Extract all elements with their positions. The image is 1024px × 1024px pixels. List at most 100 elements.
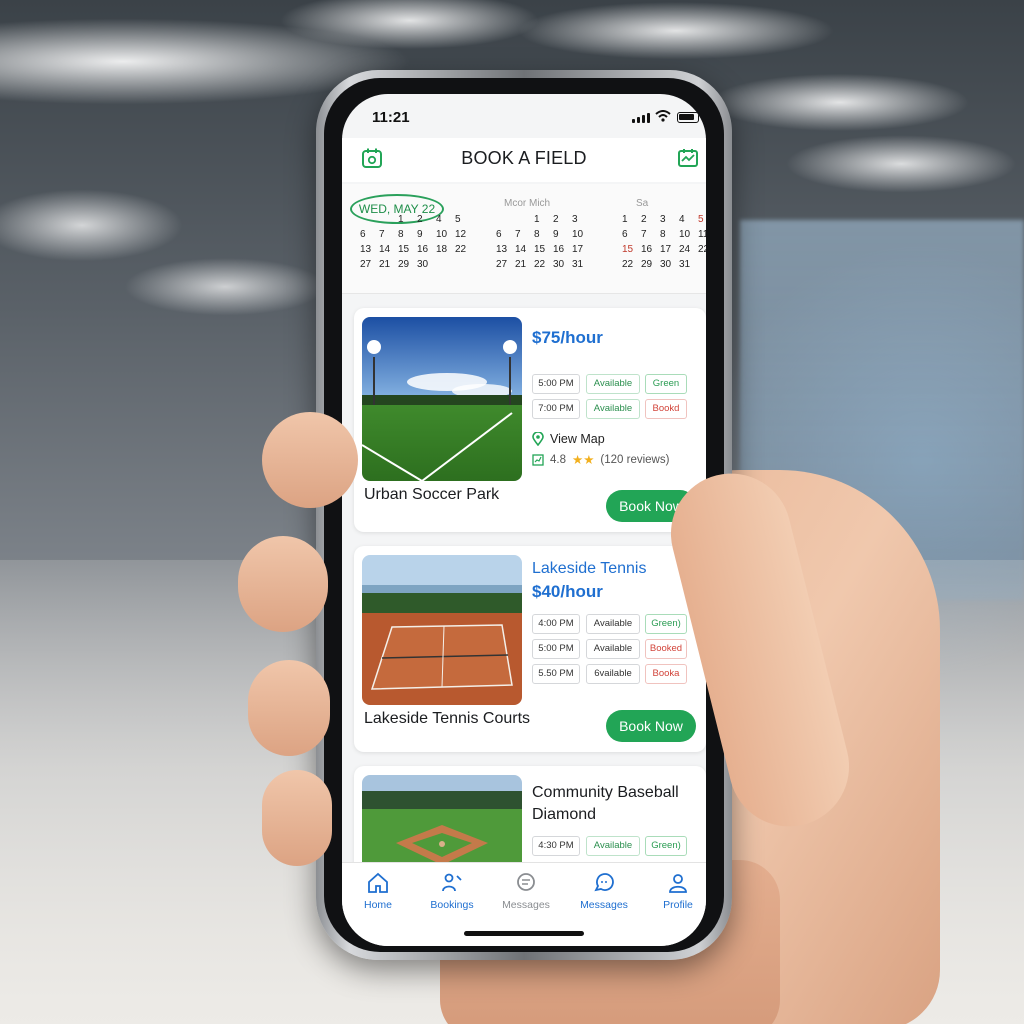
calendar-day[interactable]: 16 xyxy=(417,244,436,255)
slot-tag[interactable]: Green) xyxy=(645,836,687,856)
calendar-day[interactable]: 15 xyxy=(622,244,641,255)
slot-time[interactable]: 5:00 PM xyxy=(532,374,580,394)
calendar-day[interactable]: 8 xyxy=(660,229,679,240)
tab-profile[interactable]: Profile xyxy=(642,871,706,911)
calendar-day[interactable]: 9 xyxy=(417,229,436,240)
calendar-day[interactable]: 14 xyxy=(379,244,398,255)
calendar-day[interactable]: 17 xyxy=(660,244,679,255)
calendar-day[interactable]: 22 xyxy=(534,259,553,270)
calendar-day[interactable]: 29 xyxy=(398,259,417,270)
calendar-day[interactable]: 13 xyxy=(360,244,379,255)
app-header: BOOK A FIELD xyxy=(342,138,706,182)
calendar-strip: WED, MAY 22 Mcor Mich Sa 001245678910121… xyxy=(342,184,706,294)
month-label: Mcor Mich xyxy=(504,198,551,209)
calendar-day[interactable]: 18 xyxy=(436,244,455,255)
calendar-day[interactable]: 10 xyxy=(436,229,455,240)
month-label: Sa xyxy=(636,198,649,209)
calendar-day[interactable]: 15 xyxy=(398,244,417,255)
calendar-day[interactable]: 6 xyxy=(622,229,641,240)
calendar-day[interactable]: 13 xyxy=(496,244,515,255)
calendar-day[interactable]: 11 xyxy=(698,229,706,240)
schedule-icon[interactable] xyxy=(676,146,700,170)
calendar-day[interactable]: 2 xyxy=(553,214,572,225)
calendar-day[interactable]: 22 xyxy=(455,244,474,255)
tab-messages[interactable]: Messages xyxy=(490,871,562,911)
calendar-day[interactable]: 7 xyxy=(641,229,660,240)
slot-time[interactable]: 5:00 PM xyxy=(532,639,580,659)
chat-icon xyxy=(517,873,535,891)
slot-status[interactable]: Available xyxy=(586,639,640,659)
chart-icon xyxy=(532,453,544,466)
calendar-day[interactable]: 4 xyxy=(436,214,455,225)
calendar-day[interactable]: 17 xyxy=(572,244,591,255)
calendar-day[interactable]: 22 xyxy=(622,259,641,270)
slot-time[interactable]: 4:30 PM xyxy=(532,836,580,856)
slot-status[interactable]: Available xyxy=(586,836,640,856)
phone-bezel: 11:21 BOOK A FIELD WED, MAY 22 Mcor Mich… xyxy=(324,78,724,952)
calendar-day[interactable]: 3 xyxy=(572,214,591,225)
slot-tag[interactable]: Green xyxy=(645,374,687,394)
calendar-day[interactable]: 29 xyxy=(641,259,660,270)
calendar-day[interactable]: 7 xyxy=(379,229,398,240)
calendar-day[interactable]: 8 xyxy=(534,229,553,240)
slot-tag[interactable]: Booked xyxy=(645,639,687,659)
slot-time[interactable]: 7:00 PM xyxy=(532,399,580,419)
calendar-month: 00123067891001314151617027212230310 xyxy=(496,214,610,270)
slot-time[interactable]: 4:00 PM xyxy=(532,614,580,634)
book-now-button[interactable]: Book Now xyxy=(606,710,696,742)
calendar-day[interactable]: 3 xyxy=(660,214,679,225)
calendar-day[interactable]: 24 xyxy=(679,244,698,255)
view-map-link[interactable]: View Map xyxy=(532,432,605,446)
calendar-day[interactable]: 2 xyxy=(641,214,660,225)
calendar-day[interactable]: 30 xyxy=(417,259,436,270)
slot-status[interactable]: Available xyxy=(586,614,640,634)
calendar-day[interactable]: 21 xyxy=(379,259,398,270)
rating-row: 4.8 ★★ (120 reviews) xyxy=(532,452,669,467)
tab-label: Messages xyxy=(580,899,628,911)
calendar-day[interactable]: 7 xyxy=(515,229,534,240)
calendar-day[interactable]: 15 xyxy=(534,244,553,255)
tab-bookings[interactable]: Bookings xyxy=(416,871,488,911)
message-icon xyxy=(594,873,614,892)
tab-messages-2[interactable]: Messages xyxy=(568,871,640,911)
calendar-day[interactable]: 12 xyxy=(455,229,474,240)
calendar-day[interactable]: 14 xyxy=(515,244,534,255)
venue-card[interactable]: Lakeside Tennis $40/hour 4:00 PM Availab… xyxy=(354,546,706,752)
calendar-day[interactable]: 2 xyxy=(417,214,436,225)
calendar-day[interactable]: 10 xyxy=(572,229,591,240)
slot-tag[interactable]: Booka xyxy=(645,664,687,684)
star-icon: ★★ xyxy=(572,453,595,467)
bookings-icon xyxy=(442,873,462,892)
calendar-month: 123450678101113151617242202229303100 xyxy=(622,214,706,270)
slot-time[interactable]: 5.50 PM xyxy=(532,664,580,684)
calendar-day[interactable]: 16 xyxy=(553,244,572,255)
calendar-day[interactable]: 8 xyxy=(398,229,417,240)
calendar-day[interactable]: 1 xyxy=(534,214,553,225)
calendar-day[interactable]: 27 xyxy=(496,259,515,270)
calendar-day[interactable]: 4 xyxy=(679,214,698,225)
calendar-day[interactable]: 21 xyxy=(515,259,534,270)
calendar-day[interactable]: 31 xyxy=(679,259,698,270)
calendar-day[interactable]: 6 xyxy=(360,229,379,240)
tab-label: Bookings xyxy=(430,899,474,911)
calendar-day[interactable]: 9 xyxy=(553,229,572,240)
calendar-day[interactable]: 5 xyxy=(698,214,706,225)
slot-status[interactable]: 6vailable xyxy=(586,664,640,684)
venue-card[interactable]: $75/hour 5:00 PM Available Green 7:00 PM… xyxy=(354,308,706,532)
slot-tag[interactable]: Green) xyxy=(645,614,687,634)
calendar-day[interactable]: 1 xyxy=(622,214,641,225)
calendar-day[interactable]: 31 xyxy=(572,259,591,270)
calendar-day[interactable]: 5 xyxy=(455,214,474,225)
calendar-day[interactable]: 16 xyxy=(641,244,660,255)
calendar-day[interactable]: 27 xyxy=(360,259,379,270)
slot-tag[interactable]: Bookd xyxy=(645,399,687,419)
tab-home[interactable]: Home xyxy=(342,871,414,911)
slot-status[interactable]: Available xyxy=(586,374,640,394)
slot-status[interactable]: Available xyxy=(586,399,640,419)
calendar-day[interactable]: 1 xyxy=(398,214,417,225)
calendar-day[interactable]: 30 xyxy=(553,259,572,270)
calendar-day[interactable]: 6 xyxy=(496,229,515,240)
calendar-day[interactable]: 10 xyxy=(679,229,698,240)
calendar-day[interactable]: 22 xyxy=(698,244,706,255)
calendar-day[interactable]: 30 xyxy=(660,259,679,270)
